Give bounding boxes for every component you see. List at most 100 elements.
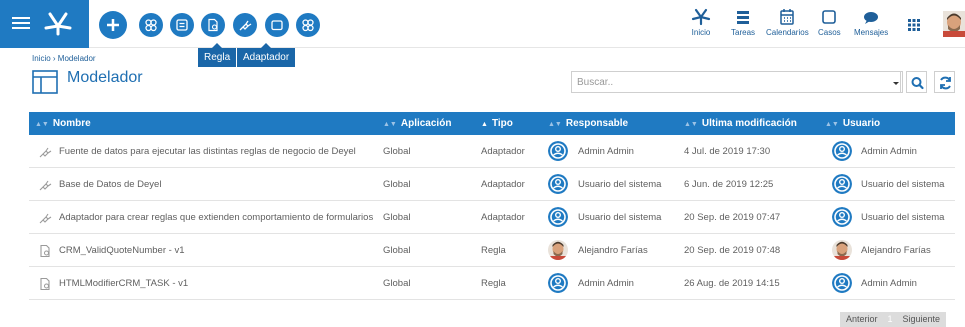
form-button[interactable] [170,13,194,37]
usuario-avatar [832,141,852,161]
refresh-button[interactable] [934,71,955,93]
current-user-avatar[interactable] [943,11,965,37]
cell-user: Usuario del sistema [861,179,945,190]
cases-icon [822,10,837,24]
nav-casos[interactable]: Casos [818,7,841,37]
table-row[interactable]: Fuente de datos para ejecutar las distin… [29,135,955,168]
sort-icon: ▲▼ [825,121,839,128]
messages-icon [864,12,879,24]
regla-tooltip: Regla [198,43,237,67]
col-tipo[interactable]: ▲ Tipo [481,112,513,135]
page-number: 1 [887,314,893,324]
groups-icon [145,19,157,32]
nav-calendarios[interactable]: Calendarios [766,7,809,37]
cell-name[interactable]: HTMLModifierCRM_TASK - v1 [29,267,188,300]
modeler-layout-icon [32,70,58,94]
cell-name[interactable]: Fuente de datos para ejecutar las distin… [29,135,356,168]
sort-asc-icon: ▲ [481,121,488,128]
add-button[interactable] [99,11,127,39]
table-body: Fuente de datos para ejecutar las distin… [29,135,955,300]
search-button[interactable] [906,71,927,93]
pagination: Anterior 1 Siguiente [840,312,947,327]
adapter-button[interactable] [233,13,257,37]
table-row[interactable]: Adaptador para crear reglas que extiende… [29,201,955,234]
cell-modified: 26 Aug. de 2019 14:15 [684,278,780,289]
cell-app: Global [383,212,411,223]
col-label: Tipo [491,118,513,129]
cell-modified: 20 Sep. de 2019 07:47 [684,212,781,223]
sort-icon: ▲▼ [548,121,562,128]
col-label: Nombre [52,118,91,129]
groups-button[interactable] [139,13,163,37]
col-label: Ultima modificación [701,118,797,129]
page-title: Modelador [67,69,143,86]
col-label: Aplicación [400,118,452,129]
calendar-icon [780,9,795,25]
folder-button[interactable] [265,13,289,37]
nav-label: Calendarios [766,28,809,37]
modules-button[interactable] [296,13,320,37]
responsable-avatar [548,141,568,161]
col-usuario[interactable]: ▲▼ Usuario [825,112,880,135]
modules-icon [302,19,314,32]
table-row[interactable]: CRM_ValidQuoteNumber - v1 Global Regla Alej… [29,234,955,267]
nav-tareas[interactable]: Tareas [731,7,755,37]
col-responsable[interactable]: ▲▼ Responsable [548,112,628,135]
cell-app: Global [383,146,411,157]
sort-icon: ▲▼ [684,121,698,128]
cell-type: Adaptador [481,212,525,223]
cell-owner: Admin Admin [578,146,634,157]
cell-name[interactable]: CRM_ValidQuoteNumber - v1 [29,234,184,267]
usuario-avatar [832,273,852,293]
col-ultima-modificacion[interactable]: ▲▼ Ultima modificación [684,112,797,135]
table-row[interactable]: HTMLModifierCRM_TASK - v1 Global Regla Admi… [29,267,955,300]
cell-app: Global [383,179,411,190]
hamburger-menu-icon[interactable] [12,14,30,34]
cell-user: Alejandro Farías [861,245,931,256]
usuario-avatar [832,240,852,260]
search-filter-dropdown[interactable] [889,71,903,93]
deyel-logo-icon[interactable] [40,8,76,40]
cell-owner: Usuario del sistema [578,179,662,190]
col-label: Responsable [565,118,629,129]
cell-owner: Usuario del sistema [578,212,662,223]
usuario-avatar [832,207,852,227]
modeler-table: ▲▼ Nombre ▲▼ Aplicación ▲ Tipo ▲▼ Responsabl… [29,112,955,300]
nav-inicio[interactable]: Inicio [690,7,712,37]
top-bar: Regla Adaptador Inicio Tareas Calendario… [0,0,965,67]
apps-grid-icon[interactable] [908,19,920,31]
cell-app: Global [383,245,411,256]
cell-name[interactable]: Adaptador para crear reglas que extiende… [29,201,373,234]
cell-type: Adaptador [481,146,525,157]
cell-user: Admin Admin [861,146,917,157]
nav-mensajes[interactable]: Mensajes [854,7,888,37]
cell-type: Adaptador [481,179,525,190]
cell-owner: Admin Admin [578,278,634,289]
table-row[interactable]: Base de Datos de Deyel Global Adaptador Usu… [29,168,955,201]
plus-icon [107,19,119,31]
rule-doc-icon [208,18,218,32]
cell-app: Global [383,278,411,289]
brand-block [0,0,89,48]
responsable-avatar [548,273,568,293]
plug-icon [239,20,252,31]
nav-label: Inicio [691,28,711,37]
tasks-icon [737,11,749,24]
next-page-button[interactable]: Siguiente [897,312,947,327]
cell-name[interactable]: Base de Datos de Deyel [29,168,161,201]
search-icon [911,77,924,90]
col-label: Usuario [842,118,881,129]
adaptador-tooltip: Adaptador [237,43,296,67]
form-icon [176,19,188,31]
col-nombre[interactable]: ▲▼ Nombre [35,112,91,135]
prev-page-button[interactable]: Anterior [840,312,884,327]
responsable-avatar [548,240,568,260]
col-aplicacion[interactable]: ▲▼ Aplicación [383,112,451,135]
breadcrumb[interactable]: Inicio › Modelador [32,54,96,63]
rule-button[interactable] [201,13,225,37]
cell-modified: 4 Jul. de 2019 17:30 [684,146,771,157]
deyel-home-icon [691,8,711,26]
cell-type: Regla [481,245,506,256]
search-input[interactable] [577,72,877,92]
sort-icon: ▲▼ [35,121,49,128]
